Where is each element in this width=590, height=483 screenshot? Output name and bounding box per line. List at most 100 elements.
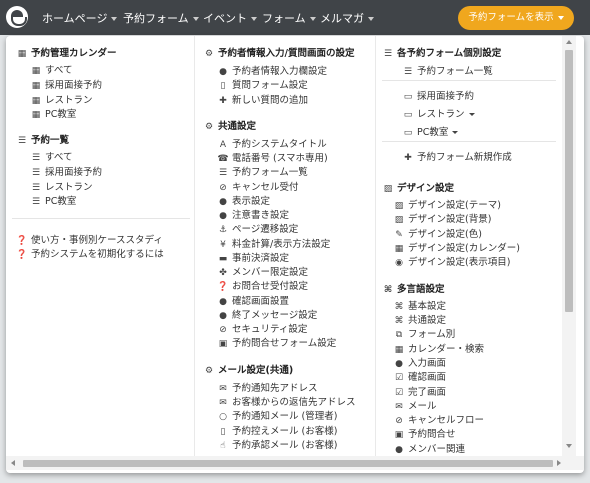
menu-item-add-question[interactable]: ✚ 新しい質問の追加 <box>217 92 308 106</box>
app-logo-icon[interactable] <box>6 6 28 28</box>
menu-item-form-interview[interactable]: ▭ 採用面接予約 <box>402 88 474 102</box>
menu-item-lang-common[interactable]: ⌘ 共通設定 <box>393 312 447 326</box>
chevron-down-icon <box>368 17 374 21</box>
item-label: 事前決済設定 <box>232 253 290 264</box>
menu-item-design-background[interactable]: ▨ デザイン設定(背景) <box>393 211 492 225</box>
calendar-icon: ▦ <box>394 345 404 355</box>
section-reservation-list: ☰ 予約一覧 <box>16 132 69 146</box>
menu-item-approve-mail-customer[interactable]: ☝ 予約承認メール (お客様) <box>217 437 337 451</box>
divider <box>382 141 556 142</box>
menu-item-design-display-items[interactable]: ◉ デザイン設定(表示項目) <box>393 254 510 268</box>
help-link-case-study[interactable]: ❓ 使い方・事例別ケーススタディ <box>16 232 163 246</box>
menu-item-end-message[interactable]: ● 終了メッセージ設定 <box>217 307 317 321</box>
show-reservation-form-button[interactable]: 予約フォームを表示 <box>458 6 574 30</box>
item-label: 基本設定 <box>408 301 447 312</box>
menu-item-list-restaurant[interactable]: ☰ レストラン <box>30 179 93 193</box>
nav-reservation-form-label: 予約フォーム <box>123 12 189 25</box>
item-label: 入力画面 <box>408 358 447 369</box>
menu-item-input-fields[interactable]: ● 予約者情報入力欄設定 <box>217 63 327 77</box>
horizontal-scrollbar-thumb[interactable] <box>23 460 553 467</box>
menu-item-pricing[interactable]: ¥ 料金計算/表示方法設定 <box>217 236 330 250</box>
menu-item-security[interactable]: ⊘ セキュリティ設定 <box>217 321 307 335</box>
menu-item-form-restaurant[interactable]: ▭ レストラン <box>402 106 475 120</box>
menu-item-cancel[interactable]: ⊘ キャンセル受付 <box>217 179 298 193</box>
nav-reservation-form[interactable]: 予約フォーム <box>123 10 199 26</box>
item-label: 電話番号 (スマホ専用) <box>232 153 328 164</box>
envelope-icon: ✉ <box>395 402 403 412</box>
item-label: メンバー関連 <box>408 444 466 455</box>
menu-item-lang-cancel-flow[interactable]: ⊘ キャンセルフロー <box>393 412 484 426</box>
item-label: メンバー限定設定 <box>232 267 309 278</box>
phone-icon: ☎ <box>217 154 229 164</box>
menu-item-reply-address[interactable]: ✉ お客様からの返信先アドレス <box>217 394 356 408</box>
menu-item-lang-inquiry[interactable]: ▣ 予約問合せ <box>393 426 456 440</box>
scroll-up-arrow-icon[interactable] <box>566 40 572 44</box>
check-circle-icon: ● <box>219 297 227 307</box>
menu-item-list-pc[interactable]: ☰ PC教室 <box>30 193 76 207</box>
help-link-initialize[interactable]: ❓ 予約システムを初期化するには <box>16 246 163 260</box>
menu-item-inquiry[interactable]: ❓ お問合せ受付設定 <box>217 278 308 292</box>
item-label: 予約問合せ <box>408 429 456 440</box>
item-label: 注意書き設定 <box>232 210 290 221</box>
menu-item-form-pc[interactable]: ▭ PC教室 <box>402 124 459 138</box>
menu-item-display[interactable]: ● 表示設定 <box>217 193 270 207</box>
menu-item-form-list[interactable]: ☰ 予約フォーム一覧 <box>217 164 308 178</box>
menu-item-lang-input-screen[interactable]: ● 入力画面 <box>393 355 446 369</box>
mega-menu-panel: ▦ 予約管理カレンダー ▦ すべて ▦ 採用面接予約 ▦ レストラン ▦ PC教室 ☰ 予約… <box>6 36 584 473</box>
menu-item-lang-complete-screen[interactable]: ☑ 完了画面 <box>393 384 446 398</box>
menu-item-cal-restaurant[interactable]: ▦ レストラン <box>30 92 93 106</box>
menu-item-design-color[interactable]: ✎ デザイン設定(色) <box>393 226 482 240</box>
scroll-right-arrow-icon[interactable] <box>557 460 561 466</box>
menu-item-lang-mail[interactable]: ✉ メール <box>393 398 436 412</box>
yen-icon: ¥ <box>220 240 226 250</box>
menu-item-notice[interactable]: ● 注意書き設定 <box>217 207 289 221</box>
menu-item-question-form[interactable]: ▯ 質問フォーム設定 <box>217 77 308 91</box>
nav-form[interactable]: フォーム <box>262 10 316 26</box>
item-label: お客様からの返信先アドレス <box>232 397 356 408</box>
scroll-left-arrow-icon[interactable] <box>11 460 15 466</box>
menu-item-lang-basic[interactable]: ⌘ 基本設定 <box>393 298 447 312</box>
section-title: 共通設定 <box>218 121 257 132</box>
menu-item-member-only[interactable]: ✤ メンバー限定設定 <box>217 264 308 278</box>
nav-event[interactable]: イベント <box>203 10 257 26</box>
item-label: 予約通知先アドレス <box>232 383 318 394</box>
section-multilingual: ⌘ 多言語設定 <box>382 281 445 295</box>
menu-item-confirm-screen[interactable]: ● 確認画面設置 <box>217 293 289 307</box>
item-label: キャンセルフロー <box>408 415 485 426</box>
item-label: PC教室 <box>45 196 77 207</box>
menu-item-design-calendar[interactable]: ▦ デザイン設定(カレンダー) <box>393 240 520 254</box>
menu-item-notify-address[interactable]: ✉ 予約通知先アドレス <box>217 380 318 394</box>
menu-item-cal-all[interactable]: ▦ すべて <box>30 62 73 76</box>
item-label: 予約システムタイトル <box>232 139 327 150</box>
menu-item-design-theme[interactable]: ▨ デザイン設定(テーマ) <box>393 197 501 211</box>
nav-home[interactable]: ホームページ <box>42 10 118 26</box>
image-icon: ▨ <box>394 215 404 225</box>
scroll-down-arrow-icon[interactable] <box>566 444 572 448</box>
vertical-scrollbar-thumb[interactable] <box>565 50 573 312</box>
menu-item-lang-calendar-search[interactable]: ▦ カレンダー・検索 <box>393 341 484 355</box>
menu-item-list-interview[interactable]: ☰ 採用面接予約 <box>30 164 102 178</box>
ban-icon: ⊘ <box>219 183 227 193</box>
nav-mailmag[interactable]: メルマガ <box>320 10 374 26</box>
menu-item-lang-member[interactable]: ● メンバー関連 <box>393 441 465 455</box>
menu-item-cal-pc[interactable]: ▦ PC教室 <box>30 106 77 120</box>
envelope-icon: ✉ <box>219 384 227 394</box>
menu-item-system-title[interactable]: A 予約システムタイトル <box>217 136 327 150</box>
menu-item-notify-mail-admin[interactable]: ○ 予約通知メール (管理者) <box>217 408 337 422</box>
menu-item-copy-mail-customer[interactable]: ▯ 予約控えメール (お客様) <box>217 423 338 437</box>
menu-item-inquiry-form[interactable]: ▣ 予約問合せフォーム設定 <box>217 335 336 349</box>
menu-item-prepayment[interactable]: ▬ 事前決済設定 <box>217 250 289 264</box>
menu-item-lang-per-form[interactable]: ⧉ フォーム別 <box>393 326 455 340</box>
menu-item-cal-interview[interactable]: ▦ 採用面接予約 <box>30 77 102 91</box>
menu-item-lang-confirm-screen[interactable]: ☑ 確認画面 <box>393 369 446 383</box>
item-label: 使い方・事例別ケーススタディ <box>31 235 163 246</box>
menu-item-list-all[interactable]: ☰ すべて <box>30 149 73 163</box>
menu-item-phone[interactable]: ☎ 電話番号 (スマホ専用) <box>217 150 328 164</box>
item-label: 予約フォーム一覧 <box>232 167 308 178</box>
item-label: 質問フォーム設定 <box>232 80 308 91</box>
menu-item-new-form[interactable]: ✚ 予約フォーム新規作成 <box>402 149 512 163</box>
menu-item-individual-form-list[interactable]: ☰ 予約フォーム一覧 <box>402 63 493 77</box>
item-label: デザイン設定(カレンダー) <box>408 243 520 254</box>
menu-item-page-transition[interactable]: ⚓ ページ遷移設定 <box>217 221 298 235</box>
item-label: 予約通知メール (管理者) <box>232 411 338 422</box>
